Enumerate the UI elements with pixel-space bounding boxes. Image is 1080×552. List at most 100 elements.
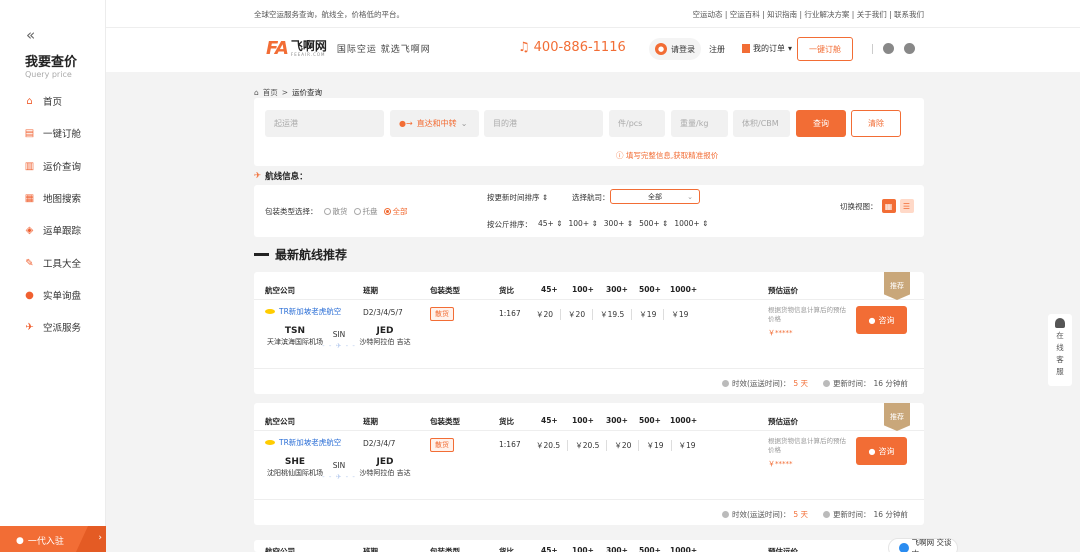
card-footer: 时效(运送时间)： 5 天 更新时间： 16 分钟前: [254, 368, 924, 394]
volume-input[interactable]: 体积/CBM: [733, 110, 790, 137]
consult-button[interactable]: ● 咨询: [856, 306, 907, 334]
online-service-button[interactable]: 在线客服: [1048, 314, 1072, 386]
destination-input[interactable]: 目的港: [484, 110, 603, 137]
join-banner[interactable]: ● 一代入驻 ›: [0, 526, 106, 552]
destination-airport: JED 沙特阿拉伯 吉达: [359, 326, 411, 346]
pack-option-all[interactable]: 全部: [383, 206, 408, 217]
my-orders-menu[interactable]: 我的订单 ▾: [742, 43, 792, 54]
sort-kg-1000[interactable]: 1000+ ⇕: [674, 219, 708, 230]
estimate-note: 根据货物信息计算后的预估价格: [768, 306, 846, 323]
phone: ♫ 400-886-1116: [518, 40, 626, 55]
price-list: ￥20.5 ￥20.5 ￥20 ￥19 ￥19: [529, 440, 703, 451]
price-500: ￥19: [631, 309, 663, 320]
price-500: ￥19: [638, 440, 670, 451]
airline-name[interactable]: TR新加坡老虎航空: [265, 437, 341, 448]
estimate-price: ￥*****: [768, 329, 793, 337]
origin-input[interactable]: 起运港: [265, 110, 384, 137]
updated-time: 更新时间： 16 分钟前: [823, 509, 908, 520]
top-links[interactable]: 空运动态 | 空运百科 | 知识指南 | 行业解决方案 | 关于我们 | 联系我…: [693, 9, 924, 20]
headset-icon: ♫: [518, 40, 530, 55]
card-header: 航空公司 班期 包装类型 货比 45+ 100+ 300+ 500+ 1000+…: [254, 403, 924, 431]
pack-option-bulk[interactable]: 散货: [323, 206, 348, 217]
pack-option-pallet[interactable]: 托盘: [353, 206, 378, 217]
list-view-icon[interactable]: ☰: [899, 199, 914, 213]
chevron-right-icon: ›: [98, 533, 102, 543]
home-icon: ⌂: [26, 95, 33, 107]
price-100: ￥20.5: [567, 440, 606, 451]
airline-logo: [265, 309, 275, 314]
duration: 时效(运送时间)： 5 天: [722, 378, 808, 389]
register-link[interactable]: 注册: [709, 44, 725, 55]
chat-bubble-icon: [899, 543, 909, 552]
chat-widget[interactable]: 飞啊网 交谈中: [888, 538, 958, 552]
price-45: ￥20.5: [536, 441, 561, 450]
clock-icon: [823, 511, 830, 518]
sidebar-item-booking[interactable]: ▤ 一键订舱: [24, 126, 81, 141]
collapse-icon[interactable]: «: [26, 26, 35, 44]
sort-kg-300[interactable]: 300+ ⇕: [604, 219, 633, 230]
inquiry-icon: ●: [25, 289, 34, 301]
recommend-badge: 推荐: [884, 272, 910, 300]
sort-kg-500[interactable]: 500+ ⇕: [639, 219, 668, 230]
pieces-input[interactable]: 件/pcs: [609, 110, 665, 137]
airline-select[interactable]: 全部 ⌄: [610, 189, 700, 204]
sort-kg-100[interactable]: 100+ ⇕: [569, 219, 598, 230]
one-key-booking-button[interactable]: 一键订舱: [797, 37, 853, 61]
sidebar-item-home[interactable]: ⌂ 首页: [24, 94, 62, 109]
pack-type-badge: 散货: [430, 307, 454, 321]
sidebar-item-tools[interactable]: ✎ 工具大全: [24, 256, 81, 271]
search-panel: 起运港 ●→ 直达和中转 ⌄ 目的港 件/pcs 重量/kg 体积/CBM 查询 清…: [254, 98, 924, 166]
schedule: D2/3/4/7: [363, 439, 396, 448]
slogan: 全球空运服务查询，航线全，价格低的平台。: [254, 10, 404, 19]
air-delivery-icon: ✈: [25, 321, 34, 333]
via-airport: SIN: [332, 330, 346, 339]
logo-name: 飞啊网: [290, 39, 327, 53]
clear-button[interactable]: 清除: [851, 110, 901, 137]
tracking-icon: ◈: [25, 224, 34, 236]
query-button[interactable]: 查询: [796, 110, 846, 137]
sort-by-time[interactable]: 按更新时间排序 ⇕: [487, 192, 548, 203]
sidebar-item-inquiry[interactable]: ● 实单询盘: [24, 288, 81, 303]
chevron-down-icon: ⌄: [687, 192, 693, 201]
card-header: 航空公司 班期 包装类型 货比 45+ 100+ 300+ 500+ 1000+…: [265, 546, 798, 552]
price-300: ￥20: [606, 440, 638, 451]
logo[interactable]: FA 飞啊网 FEEAIR.COM 国际空运 就选飞啊网: [266, 38, 431, 59]
grid-view-icon[interactable]: ▦: [881, 199, 896, 213]
map-icon: ▦: [24, 192, 35, 204]
weight-input[interactable]: 重量/kg: [671, 110, 728, 137]
sidebar-subtitle: Query price: [25, 70, 72, 79]
sidebar-item-tracking[interactable]: ◈ 运单跟踪: [24, 223, 81, 238]
price-1000: ￥19: [663, 309, 695, 320]
wechat-icon[interactable]: [883, 43, 894, 54]
pack-type-badge: 散货: [430, 438, 454, 452]
sidebar: « 我要查价 Query price ⌂ 首页 ▤ 一键订舱 ▥ 运价查询 ▦ 地图搜索…: [0, 0, 106, 552]
logo-mark: FA: [266, 38, 289, 59]
sidebar-item-map[interactable]: ▦ 地图搜索: [24, 191, 81, 206]
airline-logo: [265, 440, 275, 445]
route-card: 航空公司 班期 包装类型 货比 45+ 100+ 300+ 500+ 1000+…: [254, 540, 924, 552]
filter-panel: 包装类型选择： 散货 托盘 全部 按更新时间排序 ⇕ 选择航司： 全部 ⌄ 按公斤…: [254, 185, 924, 237]
link-icon[interactable]: [904, 43, 915, 54]
logo-en: FEEAIR.COM: [290, 52, 326, 57]
users-icon: ●: [16, 535, 24, 546]
price-1000: ￥19: [670, 440, 703, 451]
sidebar-item-air-delivery[interactable]: ✈ 空派服务: [24, 320, 81, 335]
clock-icon: [722, 511, 729, 518]
airline-name[interactable]: TR新加坡老虎航空: [265, 306, 341, 317]
header: FA 飞啊网 FEEAIR.COM 国际空运 就选飞啊网 ♫ 400-886-11…: [106, 28, 1080, 72]
sort-kg-45[interactable]: 45+ ⇕: [538, 219, 563, 230]
chat-icon: ●: [868, 446, 876, 456]
sidebar-item-price-query[interactable]: ▥ 运价查询: [24, 159, 81, 174]
schedule: D2/3/4/5/7: [363, 308, 403, 317]
duration: 时效(运送时间)： 5 天: [722, 509, 808, 520]
order-icon: [742, 44, 750, 53]
home-icon: ⌂: [254, 88, 259, 97]
consult-button[interactable]: ● 咨询: [856, 437, 907, 465]
price-list: ￥20 ￥20 ￥19.5 ￥19 ￥19: [529, 309, 695, 320]
destination-airport: JED 沙特阿拉伯 吉达: [359, 457, 411, 477]
route-type-select[interactable]: ●→ 直达和中转 ⌄: [390, 110, 479, 137]
caret-down-icon: ▾: [788, 44, 793, 53]
login-button[interactable]: ● 请登录: [649, 38, 701, 60]
route-icon: ●→: [399, 119, 413, 128]
route-plane-icon: - - ✈ - -: [322, 342, 356, 350]
